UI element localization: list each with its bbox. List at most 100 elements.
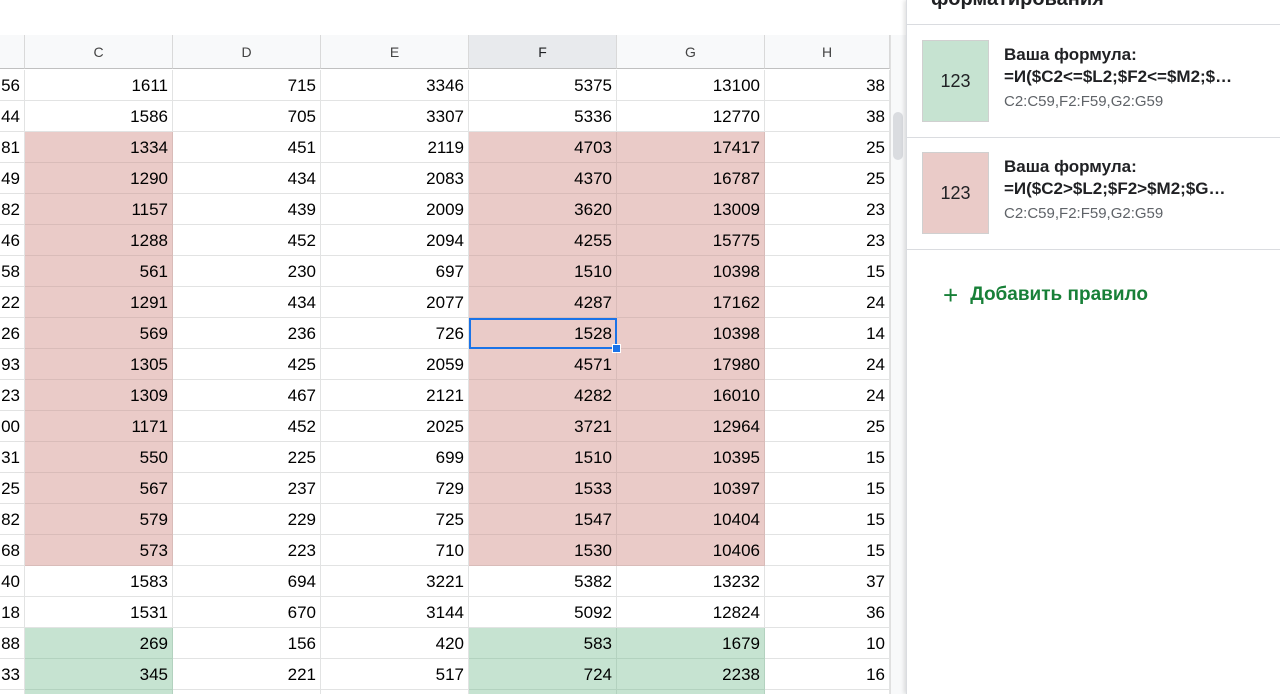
cell[interactable]: 1305 (25, 349, 173, 380)
cell[interactable]: 1533 (469, 473, 617, 504)
cell[interactable]: 1510 (469, 442, 617, 473)
cell[interactable]: 1679 (617, 628, 765, 659)
cell[interactable]: 1531 (25, 597, 173, 628)
cell[interactable]: 2119 (321, 132, 469, 163)
cell[interactable]: 4282 (469, 380, 617, 411)
format-rule-green[interactable]: 123 Ваша формула: =И($C2<=$L2;$F2<=$M2;$… (907, 25, 1280, 137)
cell[interactable]: 467 (173, 380, 321, 411)
cell[interactable]: 4703 (469, 132, 617, 163)
fill-handle[interactable] (612, 344, 621, 353)
cell[interactable]: 705 (173, 101, 321, 132)
cell[interactable]: 3346 (321, 70, 469, 101)
cell[interactable]: 1309 (25, 380, 173, 411)
cell[interactable]: 1583 (25, 566, 173, 597)
cell[interactable]: 550 (25, 442, 173, 473)
cell[interactable]: 5375 (469, 70, 617, 101)
cell[interactable]: 15 (765, 473, 890, 504)
cell[interactable]: 37 (765, 566, 890, 597)
cell[interactable]: 12770 (617, 101, 765, 132)
cell[interactable]: 2009 (321, 194, 469, 225)
cell[interactable]: 715 (173, 70, 321, 101)
cell[interactable]: 3144 (321, 597, 469, 628)
cell[interactable]: 24 (765, 380, 890, 411)
cell[interactable]: 2077 (321, 287, 469, 318)
cell[interactable]: 14 (765, 318, 890, 349)
cell[interactable] (25, 690, 173, 694)
cell[interactable]: 12964 (617, 411, 765, 442)
cell[interactable]: 439 (173, 194, 321, 225)
cell[interactable]: 16010 (617, 380, 765, 411)
cell[interactable]: 12824 (617, 597, 765, 628)
cell[interactable]: 1291 (25, 287, 173, 318)
cell[interactable]: 573 (25, 535, 173, 566)
cell[interactable]: 724 (469, 659, 617, 690)
cell[interactable]: 2059 (321, 349, 469, 380)
cell[interactable]: 10398 (617, 318, 765, 349)
cell[interactable]: 33 (0, 659, 25, 690)
add-rule-button[interactable]: + Добавить правило (943, 280, 1148, 310)
cell[interactable] (765, 690, 890, 694)
cell[interactable]: 10404 (617, 504, 765, 535)
cell[interactable] (0, 690, 25, 694)
cell[interactable]: 697 (321, 256, 469, 287)
column-header-g[interactable]: G (617, 35, 765, 69)
cell[interactable] (617, 690, 765, 694)
cell[interactable]: 1528 (469, 318, 617, 349)
cell[interactable]: 16787 (617, 163, 765, 194)
cell[interactable]: 81 (0, 132, 25, 163)
cell[interactable]: 710 (321, 535, 469, 566)
cell[interactable]: 38 (765, 101, 890, 132)
cell[interactable]: 567 (25, 473, 173, 504)
spreadsheet-grid[interactable]: CDEFGH 56 1611 715 3346 5375 13100 38 44 1586 705… (0, 0, 893, 694)
column-header-h[interactable]: H (765, 35, 890, 69)
cell[interactable]: 25 (0, 473, 25, 504)
cell[interactable]: 1586 (25, 101, 173, 132)
cell[interactable]: 729 (321, 473, 469, 504)
cell[interactable]: 4571 (469, 349, 617, 380)
cell[interactable]: 2121 (321, 380, 469, 411)
cell[interactable]: 24 (765, 349, 890, 380)
cell[interactable]: 15 (765, 442, 890, 473)
cell[interactable]: 1334 (25, 132, 173, 163)
cell[interactable]: 4255 (469, 225, 617, 256)
cell[interactable]: 13009 (617, 194, 765, 225)
cell[interactable]: 13100 (617, 70, 765, 101)
column-header-partial[interactable] (0, 35, 25, 69)
cell[interactable]: 452 (173, 411, 321, 442)
cell[interactable]: 3620 (469, 194, 617, 225)
cell[interactable]: 15 (765, 535, 890, 566)
cell[interactable]: 237 (173, 473, 321, 504)
cell[interactable]: 1288 (25, 225, 173, 256)
cell[interactable]: 236 (173, 318, 321, 349)
cell[interactable]: 10 (765, 628, 890, 659)
cell[interactable]: 1510 (469, 256, 617, 287)
cell[interactable]: 93 (0, 349, 25, 380)
cell[interactable]: 1530 (469, 535, 617, 566)
cell[interactable]: 22 (0, 287, 25, 318)
cell[interactable]: 2238 (617, 659, 765, 690)
cell[interactable]: 223 (173, 535, 321, 566)
cell[interactable]: 23 (0, 380, 25, 411)
cell[interactable]: 82 (0, 194, 25, 225)
cell[interactable]: 5092 (469, 597, 617, 628)
cell[interactable]: 1157 (25, 194, 173, 225)
cell[interactable]: 44 (0, 101, 25, 132)
cell[interactable]: 24 (765, 287, 890, 318)
cell[interactable]: 569 (25, 318, 173, 349)
cell[interactable]: 25 (765, 411, 890, 442)
cell[interactable]: 40 (0, 566, 25, 597)
cell[interactable]: 1547 (469, 504, 617, 535)
cell[interactable]: 230 (173, 256, 321, 287)
cell[interactable]: 1290 (25, 163, 173, 194)
cell[interactable]: 583 (469, 628, 617, 659)
cell[interactable]: 451 (173, 132, 321, 163)
column-header-c[interactable]: C (25, 35, 173, 69)
cell[interactable]: 726 (321, 318, 469, 349)
cell[interactable]: 345 (25, 659, 173, 690)
cell[interactable]: 56 (0, 70, 25, 101)
cell[interactable]: 269 (25, 628, 173, 659)
cell[interactable]: 1171 (25, 411, 173, 442)
column-header-d[interactable]: D (173, 35, 321, 69)
cell[interactable]: 725 (321, 504, 469, 535)
cell[interactable]: 68 (0, 535, 25, 566)
